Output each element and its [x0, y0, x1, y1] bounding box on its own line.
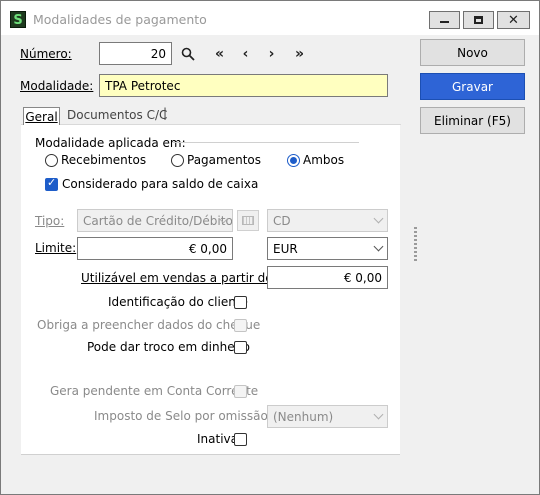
tab-geral[interactable]: Geral — [23, 107, 60, 125]
maximize-button[interactable] — [463, 11, 494, 29]
tab-separator: | — [163, 106, 168, 120]
chevron-down-icon — [373, 409, 384, 420]
numero-label-text: Número: — [20, 47, 72, 61]
eliminar-button[interactable]: Eliminar (F5) — [420, 107, 525, 134]
limite-label-text: Limite: — [35, 241, 77, 255]
tab-geral-label: Geral — [25, 109, 58, 124]
chevron-down-icon — [373, 241, 384, 252]
recebimentos-radio[interactable] — [45, 154, 58, 167]
card-type-button — [237, 210, 259, 231]
numero-field[interactable]: 20 — [99, 42, 172, 65]
moeda-combo[interactable]: EUR — [267, 237, 388, 260]
modalidade-field[interactable]: TPA Petrotec — [99, 74, 388, 97]
tipo-label: Tipo: — [35, 214, 64, 228]
obriga-cheque-label: Obriga a preencher dados do cheque — [37, 318, 261, 332]
next-icon: › — [268, 45, 275, 62]
modalidade-label: Modalidade: — [20, 79, 93, 93]
search-button[interactable] — [177, 43, 198, 64]
first-icon: « — [214, 45, 225, 62]
pendente-checkbox — [234, 385, 247, 398]
moeda-dropdown-arrow[interactable] — [370, 238, 387, 259]
last-record-button[interactable]: » — [289, 43, 310, 64]
minimize-icon — [440, 21, 449, 23]
saldo-caixa-label[interactable]: Considerado para saldo de caixa — [62, 177, 258, 191]
chevron-down-icon — [373, 213, 384, 224]
ambos-radio[interactable] — [287, 154, 300, 167]
tipo-label-text: Tipo: — [35, 214, 65, 228]
troco-checkbox[interactable] — [234, 341, 247, 354]
dialog-window: S Modalidades de pagamento ✕ Número: 20 … — [0, 0, 540, 495]
gravar-button[interactable]: Gravar — [420, 73, 525, 100]
identificacao-label[interactable]: Identificação do cliente — [108, 295, 248, 309]
aplicada-em-label: Modalidade aplicada em: — [35, 136, 186, 150]
obriga-cheque-checkbox — [234, 319, 247, 332]
tipo-code-combo: CD — [267, 209, 388, 232]
first-record-button[interactable]: « — [209, 43, 230, 64]
window-title: Modalidades de pagamento — [33, 12, 207, 27]
saldo-caixa-checkbox[interactable] — [45, 176, 58, 191]
splitter-grip[interactable] — [414, 227, 417, 263]
troco-label[interactable]: Pode dar troco em dinheiro — [87, 340, 250, 354]
utilizavel-field[interactable]: € 0,00 — [267, 266, 388, 289]
moeda-value: EUR — [273, 241, 298, 256]
ambos-label[interactable]: Ambos — [303, 153, 344, 167]
inativa-label[interactable]: Inativa — [197, 432, 238, 446]
novo-button[interactable]: Novo — [420, 39, 525, 66]
group-divider — [173, 142, 359, 143]
imposto-combo: (Nenhum) — [267, 405, 388, 428]
previous-record-button[interactable]: ‹ — [235, 43, 256, 64]
next-record-button[interactable]: › — [261, 43, 282, 64]
tipo-dropdown-arrow — [215, 210, 232, 231]
pagamentos-radio[interactable] — [171, 154, 184, 167]
imposto-label: Imposto de Selo por omissão — [94, 409, 268, 423]
close-icon: ✕ — [508, 12, 519, 28]
modalidade-label-text: Modalidade: — [20, 79, 94, 93]
imposto-dropdown-arrow — [370, 406, 387, 427]
tab-documentos-cc[interactable]: Documentos C/C — [67, 108, 167, 122]
previous-icon: ‹ — [242, 45, 249, 62]
search-icon — [181, 47, 195, 61]
close-button[interactable]: ✕ — [497, 11, 530, 29]
chevron-down-icon — [218, 213, 229, 224]
identificacao-checkbox[interactable] — [234, 296, 247, 309]
app-icon: S — [10, 11, 26, 28]
maximize-icon — [474, 16, 483, 24]
limite-field[interactable]: € 0,00 — [77, 237, 233, 260]
minimize-button[interactable] — [429, 11, 460, 29]
utilizavel-label: Utilizável em vendas a partir de: — [81, 271, 277, 285]
limite-label: Limite: — [35, 241, 76, 255]
card-icon — [242, 216, 254, 225]
pendente-label: Gera pendente em Conta Corrente — [50, 384, 259, 398]
numero-label: Número: — [20, 47, 72, 61]
title-bar: S Modalidades de pagamento ✕ — [1, 1, 539, 35]
tipo-code-dropdown-arrow — [370, 210, 387, 231]
recebimentos-label[interactable]: Recebimentos — [61, 153, 146, 167]
inativa-checkbox[interactable] — [234, 433, 247, 446]
tipo-combo: Cartão de Crédito/Débito — [77, 209, 233, 232]
last-icon: » — [294, 45, 305, 62]
tipo-code-value: CD — [273, 213, 291, 228]
tipo-value: Cartão de Crédito/Débito — [83, 213, 233, 228]
imposto-value: (Nenhum) — [273, 409, 334, 424]
pagamentos-label[interactable]: Pagamentos — [187, 153, 261, 167]
